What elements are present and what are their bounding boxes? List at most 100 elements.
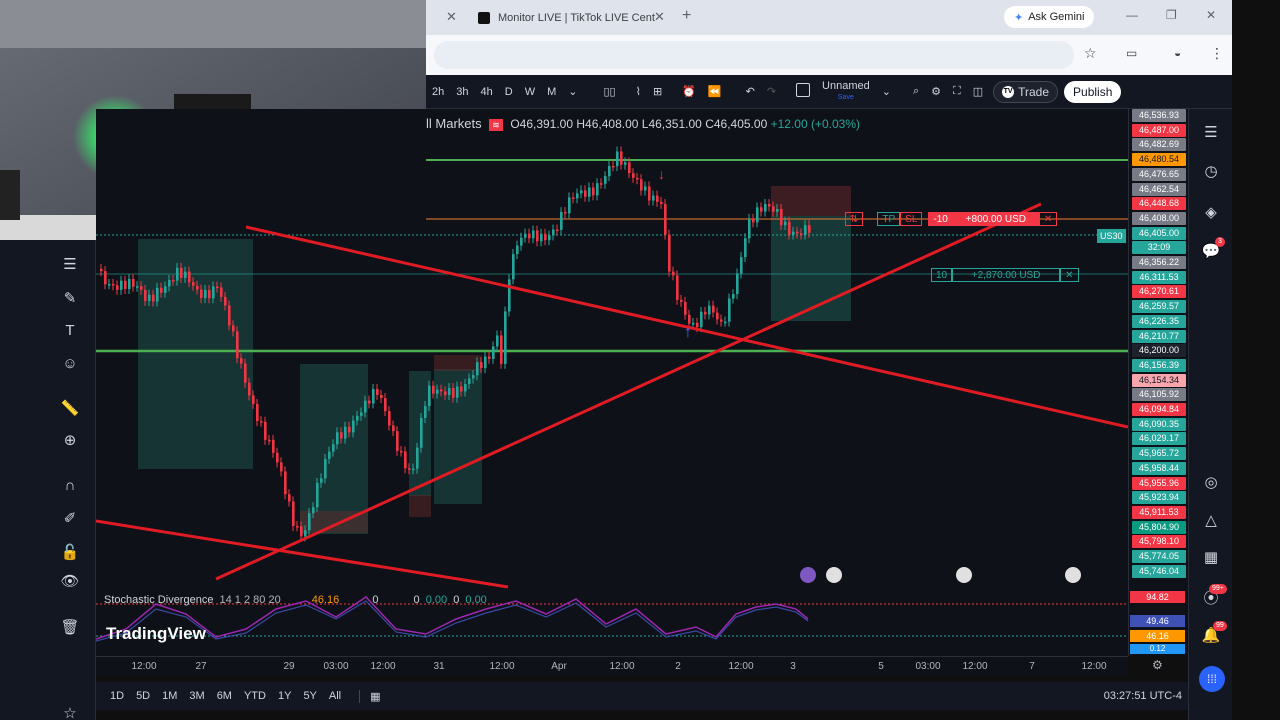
fullscreen-icon[interactable]: ⛶ (947, 85, 967, 98)
close-tab-icon[interactable]: ✕ (654, 9, 665, 25)
us-flag-event-icon[interactable] (1065, 567, 1081, 583)
range-1m[interactable]: 1M (156, 690, 183, 702)
brush-tool-icon[interactable]: ✎ (60, 288, 80, 308)
chevron-down-icon[interactable]: ⌄ (562, 85, 583, 98)
range-1y[interactable]: 1Y (272, 690, 297, 702)
interval-w[interactable]: W (519, 86, 541, 98)
axis-settings-icon[interactable]: ⚙ (1152, 658, 1163, 672)
range-3m[interactable]: 3M (183, 690, 210, 702)
candle-body (488, 356, 491, 359)
indicators-icon[interactable]: ⌇ (630, 85, 647, 98)
favorites-star-icon[interactable]: ☆ (60, 703, 80, 720)
candle-body (692, 322, 695, 325)
range-6m[interactable]: 6M (211, 690, 238, 702)
date-range-icon[interactable]: ▦ (359, 689, 386, 703)
range-5y[interactable]: 5Y (297, 690, 322, 702)
candle-body (788, 221, 791, 235)
candle-body (200, 289, 203, 299)
candle-body (528, 233, 531, 239)
new-tab-icon[interactable]: + (682, 7, 691, 25)
target-icon[interactable]: ◎ (1201, 472, 1221, 492)
candle-body (760, 207, 763, 212)
tp-button[interactable]: TP (877, 212, 901, 226)
restore-icon[interactable]: ❐ (1166, 8, 1177, 22)
position-order-label[interactable]: ⇅ TP SL -10 +800.00 USD ✕ (845, 212, 1058, 226)
interval-m[interactable]: M (541, 86, 562, 98)
visibility-icon[interactable]: 👁 (60, 571, 80, 591)
reverse-position-button[interactable]: ⇅ (845, 212, 864, 226)
candle-body (164, 286, 167, 293)
snapshot-icon[interactable]: ◫ (967, 85, 989, 98)
wave-icon[interactable]: ≋ (488, 119, 503, 131)
high-value: H46,408.00 (576, 117, 639, 131)
chart-pane[interactable]: ↓ ↑ (96, 109, 1128, 656)
candle-body (696, 322, 699, 328)
close-position-icon[interactable]: ✕ (1038, 212, 1058, 226)
emoji-tool-icon[interactable]: ☺ (60, 353, 80, 373)
triangle-icon[interactable]: △ (1201, 510, 1221, 530)
clock[interactable]: 03:27:51 UTC-4 (1104, 690, 1182, 702)
ask-gemini-button[interactable]: ✦ Ask Gemini (1004, 6, 1095, 28)
symbol-name[interactable]: ll Markets (426, 116, 482, 131)
tp-order-label[interactable]: 10 +2,870.00 USD ✕ (931, 268, 1079, 282)
calendar-icon[interactable]: ▦ (1201, 547, 1221, 567)
text-tool-icon[interactable]: T (60, 320, 80, 340)
layouts-icon[interactable]: ⊞ (647, 85, 668, 98)
candle-body (512, 254, 515, 280)
replay-icon[interactable]: ⏪ (702, 85, 728, 98)
range-1d[interactable]: 1D (104, 690, 130, 702)
sl-button[interactable]: SL (900, 212, 923, 226)
interval-2h[interactable]: 2h (426, 86, 450, 98)
apps-grid-icon[interactable]: ⁞⁞⁞ (1199, 666, 1225, 692)
layout-box-icon[interactable] (790, 83, 816, 100)
publish-button[interactable]: Publish (1064, 80, 1122, 103)
magnet-icon[interactable]: ∩ (60, 475, 80, 495)
indicator-legend[interactable]: Stochastic Divergence 14 1 2 80 20 46.16… (104, 594, 487, 606)
time-axis[interactable]: 12:00 27 29 03:00 12:00 31 12:00 Apr 12:00 2 12:00… (96, 656, 1128, 676)
cast-icon[interactable]: ▭ (1126, 46, 1137, 60)
layout-name[interactable]: Unnamed Save (816, 80, 876, 103)
range-5d[interactable]: 5D (130, 690, 156, 702)
interval-d[interactable]: D (499, 86, 519, 98)
ruler-tool-icon[interactable]: 📏 (60, 398, 80, 418)
profile-icon[interactable]: ◒ (1174, 46, 1181, 60)
candles-icon[interactable]: ▯▯ (597, 85, 621, 98)
alerts-clock-icon[interactable]: ◷ (1201, 161, 1221, 181)
stoch-upper-label: 94.82 (1130, 591, 1185, 603)
us-flag-event-icon[interactable] (826, 567, 842, 583)
zoom-in-icon[interactable]: ⊕ (60, 430, 80, 450)
close-tab-icon[interactable]: ✕ (446, 9, 457, 25)
close-window-icon[interactable]: ✕ (1206, 8, 1216, 22)
redo-icon[interactable]: ↷ (761, 85, 782, 98)
trash-icon[interactable]: 🗑 (60, 617, 80, 637)
lock-drawing-icon[interactable]: ✐ (60, 508, 80, 528)
time-label: 12:00 (1081, 661, 1107, 672)
cancel-order-icon[interactable]: ✕ (1060, 268, 1079, 282)
trade-button[interactable]: TV Trade (993, 80, 1059, 103)
chevron-down-icon[interactable]: ⌄ (876, 85, 897, 98)
lock-icon[interactable]: 🔓 (60, 542, 80, 562)
price-label: 46,405.00 (1132, 226, 1186, 240)
search-icon[interactable]: ⌕ (907, 85, 925, 98)
price-axis[interactable]: 46,536.93 46,487.00 46,482.69 46,480.54 46,4… (1128, 109, 1188, 656)
omnibox[interactable] (434, 41, 1074, 69)
time-label: Apr (551, 661, 567, 672)
range-all[interactable]: All (323, 690, 347, 702)
layers-icon[interactable]: ◈ (1201, 202, 1221, 222)
candle-body (644, 186, 647, 191)
lightning-event-icon[interactable] (800, 567, 816, 583)
lines-tool-icon[interactable]: ☰ (60, 254, 80, 274)
time-label: 03:00 (323, 661, 349, 672)
watchlist-icon[interactable]: ☰ (1201, 122, 1221, 142)
range-ytd[interactable]: YTD (238, 690, 272, 702)
settings-icon[interactable]: ⚙ (925, 85, 947, 98)
bookmark-star-icon[interactable]: ☆ (1084, 45, 1097, 62)
us-flag-event-icon[interactable] (956, 567, 972, 583)
interval-4h[interactable]: 4h (475, 86, 499, 98)
alert-icon[interactable]: ⏰ (676, 85, 702, 98)
minimize-icon[interactable]: — (1126, 8, 1138, 22)
interval-3h[interactable]: 3h (450, 86, 474, 98)
undo-icon[interactable]: ↶ (740, 85, 761, 98)
chart-canvas[interactable]: ↓ ↑ (96, 109, 1128, 656)
menu-icon[interactable]: ⋮ (1210, 45, 1224, 62)
